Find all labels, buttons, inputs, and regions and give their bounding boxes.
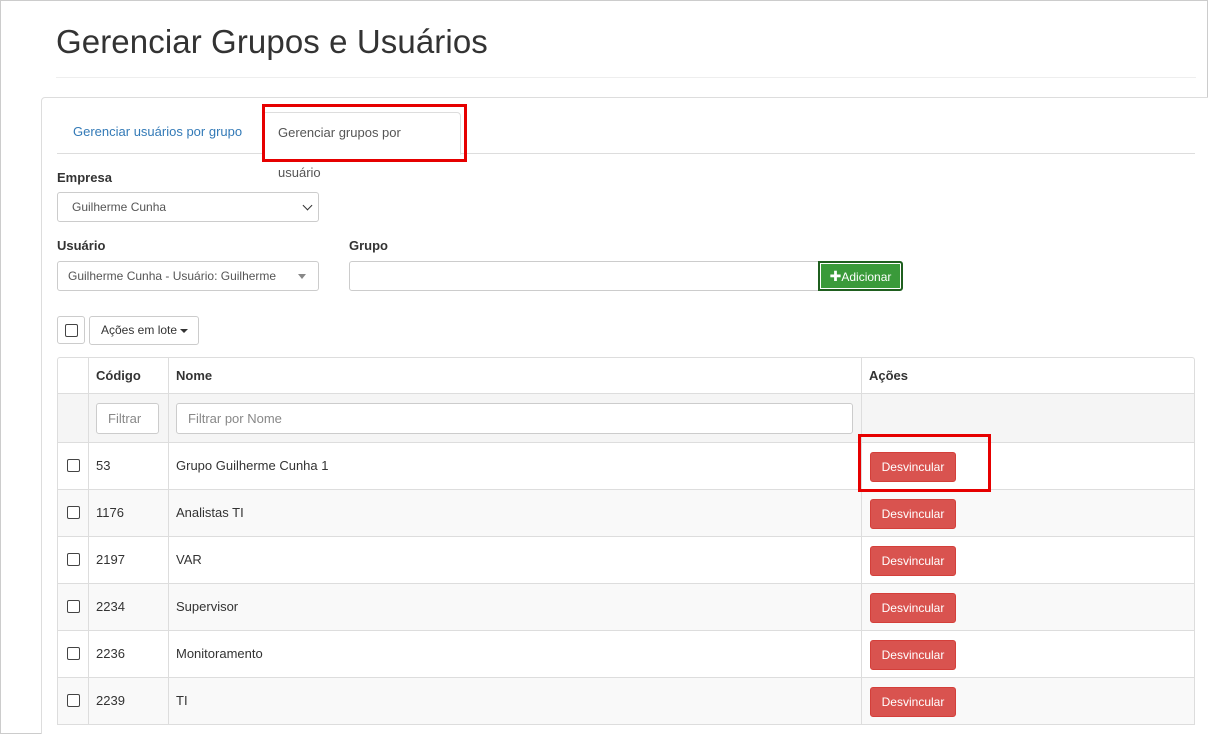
- row-codigo: 2236: [96, 646, 125, 661]
- table-row: 1176 Analistas TI Desvincular: [58, 490, 1194, 537]
- unlink-button[interactable]: Desvincular: [870, 593, 956, 623]
- row-checkbox-cell: [58, 537, 89, 583]
- row-codigo: 2197: [96, 552, 125, 567]
- row-acoes-cell: Desvincular: [862, 631, 1195, 677]
- chevron-down-icon: [302, 200, 313, 211]
- row-acoes-cell: Desvincular: [862, 537, 1195, 583]
- row-checkbox-cell: [58, 443, 89, 489]
- row-nome-cell: Analistas TI: [169, 490, 862, 536]
- header-codigo: Código: [96, 368, 141, 383]
- row-acoes-cell: Desvincular: [862, 584, 1195, 630]
- usuario-select-value: Guilherme Cunha - Usuário: Guilherme: [68, 269, 277, 283]
- row-nome: TI: [176, 693, 188, 708]
- row-nome: Monitoramento: [176, 646, 263, 661]
- row-acoes-cell: Desvincular: [862, 490, 1195, 536]
- filter-nome-cell: Filtrar por Nome: [169, 394, 862, 442]
- table-header-row: Código Nome Ações: [58, 358, 1194, 394]
- usuario-label: Usuário: [57, 238, 106, 253]
- row-acoes-cell: Desvincular: [862, 678, 1195, 724]
- header-nome-cell: Nome: [169, 358, 862, 393]
- unlink-button[interactable]: Desvincular: [870, 499, 956, 529]
- row-checkbox[interactable]: [67, 506, 80, 519]
- empresa-select-value: Guilherme Cunha: [72, 200, 167, 214]
- unlink-button[interactable]: Desvincular: [870, 687, 956, 717]
- filter-codigo-input[interactable]: Filtrar: [96, 403, 159, 434]
- header-checkbox-cell: [58, 358, 89, 393]
- row-checkbox-cell: [58, 678, 89, 724]
- row-codigo-cell: 2239: [89, 678, 169, 724]
- row-codigo-cell: 2197: [89, 537, 169, 583]
- plus-icon: ✚: [829, 268, 842, 284]
- row-codigo-cell: 53: [89, 443, 169, 489]
- add-button-label: Adicionar: [841, 270, 892, 284]
- tab-manage-users-by-group[interactable]: Gerenciar usuários por grupo: [58, 112, 257, 154]
- select-all-wrapper: [57, 316, 85, 344]
- row-nome-cell: Monitoramento: [169, 631, 862, 677]
- table-row: 2197 VAR Desvincular: [58, 537, 1194, 584]
- row-checkbox-cell: [58, 631, 89, 677]
- row-checkbox-cell: [58, 584, 89, 630]
- table-filter-row: Filtrar Filtrar por Nome: [58, 394, 1194, 443]
- row-nome-cell: Supervisor: [169, 584, 862, 630]
- page-title: Gerenciar Grupos e Usuários: [56, 23, 488, 60]
- dropdown-arrow-icon: [298, 274, 306, 279]
- header-acoes: Ações: [869, 368, 909, 383]
- filter-empty-cell: [58, 394, 89, 442]
- unlink-button[interactable]: Desvincular: [870, 546, 956, 576]
- empresa-label: Empresa: [57, 170, 112, 185]
- bulk-actions-label: Ações em lote: [101, 323, 178, 337]
- select-all-checkbox[interactable]: [65, 324, 78, 337]
- table-row: 2236 Monitoramento Desvincular: [58, 631, 1194, 678]
- row-nome: VAR: [176, 552, 202, 567]
- highlight-box-tab: [262, 104, 467, 162]
- row-nome-cell: TI: [169, 678, 862, 724]
- row-checkbox[interactable]: [67, 600, 80, 613]
- title-divider: [56, 77, 1196, 78]
- row-codigo-cell: 1176: [89, 490, 169, 536]
- row-codigo: 1176: [96, 505, 124, 520]
- usuario-select[interactable]: Guilherme Cunha - Usuário: Guilherme: [57, 261, 319, 291]
- bulk-actions-button[interactable]: Ações em lote: [89, 316, 199, 345]
- table-row: 53 Grupo Guilherme Cunha 1 Desvincular: [58, 443, 1194, 490]
- filter-codigo-cell: Filtrar: [89, 394, 169, 442]
- tab-bar: Gerenciar usuários por grupo Gerenciar g…: [57, 112, 1195, 180]
- table-row: 2239 TI Desvincular: [58, 678, 1194, 725]
- grupo-label: Grupo: [349, 238, 388, 253]
- row-checkbox[interactable]: [67, 647, 80, 660]
- empresa-select[interactable]: Guilherme Cunha: [57, 192, 319, 222]
- row-nome-cell: VAR: [169, 537, 862, 583]
- header-codigo-cell: Código: [89, 358, 169, 393]
- row-codigo-cell: 2234: [89, 584, 169, 630]
- row-nome: Grupo Guilherme Cunha 1: [176, 458, 329, 473]
- row-codigo: 2234: [96, 599, 125, 614]
- row-checkbox[interactable]: [67, 553, 80, 566]
- row-codigo-cell: 2236: [89, 631, 169, 677]
- header-nome: Nome: [176, 368, 213, 383]
- row-nome-cell: Grupo Guilherme Cunha 1: [169, 443, 862, 489]
- filter-nome-input[interactable]: Filtrar por Nome: [176, 403, 853, 434]
- row-codigo: 53: [96, 458, 111, 473]
- highlight-box-unlink: [858, 434, 991, 492]
- header-acoes-cell: Ações: [862, 358, 1195, 393]
- caret-down-icon: [180, 328, 189, 333]
- table-row: 2234 Supervisor Desvincular: [58, 584, 1194, 631]
- row-checkbox-cell: [58, 490, 89, 536]
- unlink-button[interactable]: Desvincular: [870, 640, 956, 670]
- groups-table: Código Nome Ações Filtrar Filtrar por No…: [57, 357, 1195, 725]
- row-checkbox[interactable]: [67, 459, 80, 472]
- row-nome: Supervisor: [176, 599, 239, 614]
- row-checkbox[interactable]: [67, 694, 80, 707]
- row-codigo: 2239: [96, 693, 125, 708]
- add-button[interactable]: ✚Adicionar: [818, 261, 903, 291]
- row-nome: Analistas TI: [176, 505, 244, 520]
- grupo-input[interactable]: [349, 261, 821, 291]
